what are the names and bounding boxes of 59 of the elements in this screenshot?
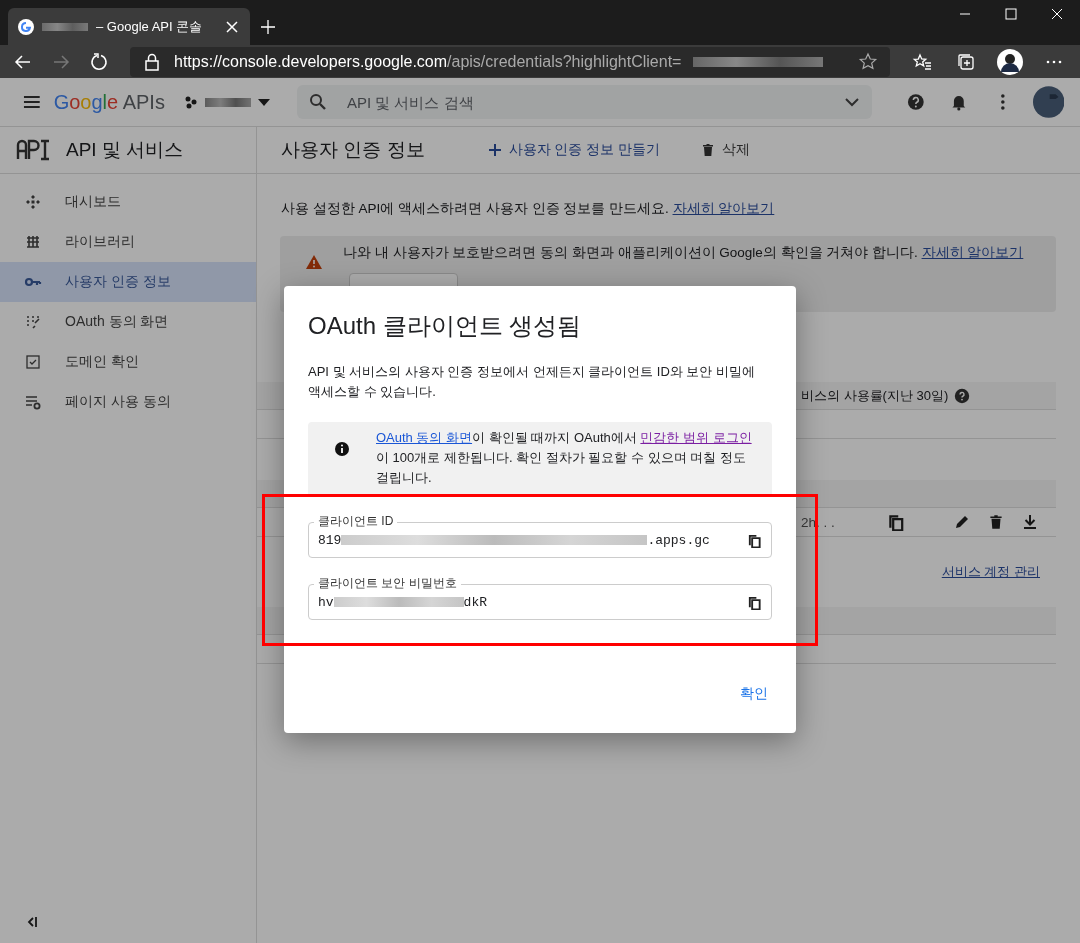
dialog-description: API 및 서비스의 사용자 인증 정보에서 언제든지 클라이언트 ID와 보안 비밀에 액세스할 수 있습니다. xyxy=(308,363,757,401)
service-accounts-link[interactable]: 서비스 계정 관리 xyxy=(941,563,1040,581)
intro-text: 사용 설정한 API에 액세스하려면 사용자 인증 정보를 만드세요. 자세히 알아보기 xyxy=(281,200,776,218)
collections-icon[interactable] xyxy=(956,51,976,72)
action-button[interactable]: 삭제 xyxy=(700,141,751,159)
google-logo-icon xyxy=(18,18,34,35)
sidebar-item[interactable]: 사용자 인증 정보 xyxy=(0,262,256,302)
copy-icon[interactable] xyxy=(747,594,762,610)
redaction-mark xyxy=(204,97,251,107)
refresh-icon[interactable] xyxy=(89,51,109,72)
copy-icon[interactable] xyxy=(747,532,762,548)
checkbox-icon xyxy=(23,352,43,372)
collapse-icon[interactable] xyxy=(26,916,40,928)
search-field[interactable]: API 및 서비스 검색 xyxy=(344,92,826,112)
column-header: 비스의 사용률(지난 30일) xyxy=(801,386,949,405)
consent-screen-link[interactable]: OAuth 동의 화면 xyxy=(376,430,473,445)
lock-icon xyxy=(142,51,162,72)
tab-title: – Google API 콘솔 xyxy=(96,17,204,36)
sidebar-item[interactable]: 라이브러리 xyxy=(0,222,256,262)
google-apis-logo[interactable]: Google APIs xyxy=(53,90,165,114)
action-button[interactable]: 사용자 인증 정보 만들기 xyxy=(486,141,661,159)
help-icon[interactable] xyxy=(905,92,926,112)
sidebar-item[interactable]: 대시보드 xyxy=(0,182,256,222)
trash-icon[interactable] xyxy=(987,513,1005,531)
api-logo-icon xyxy=(16,139,50,161)
edit-icon[interactable] xyxy=(953,513,971,531)
star-add-icon[interactable] xyxy=(858,51,878,72)
profile-avatar-icon[interactable] xyxy=(997,48,1023,75)
help-icon[interactable] xyxy=(954,387,971,404)
sidebar-item[interactable]: 도메인 확인 xyxy=(0,342,256,382)
sidebar-item[interactable]: OAuth 동의 화면 xyxy=(0,302,256,342)
text-field[interactable]: 클라이언트 ID 819 .apps.gc xyxy=(308,513,772,558)
dialog-title: OAuth 클라이언트 생성됨 xyxy=(308,311,583,341)
confirm-button[interactable]: 확인 xyxy=(736,679,772,709)
browser-tab[interactable]: – Google API 콘솔 xyxy=(8,8,250,45)
favorites-icon[interactable] xyxy=(912,51,932,72)
notice-text: OAuth 동의 화면이 확인될 때까지 OAuth에서 민감한 범위 로그인 이 100개로 제한됩니다. 확인 절차가 필요할 수 있으며 며칠 정도 걸립니다. xyxy=(376,429,753,487)
address-bar[interactable]: https://console.developers.google.com/apis/credentials?highlightClient= xyxy=(130,46,890,77)
close-icon[interactable] xyxy=(224,18,240,35)
plus-icon xyxy=(486,142,503,158)
page-title: 사용자 인증 정보 xyxy=(281,138,425,162)
warning-icon xyxy=(305,254,323,270)
avatar-icon[interactable] xyxy=(1032,86,1065,118)
copy-icon[interactable] xyxy=(887,513,905,531)
project-icon xyxy=(184,95,199,109)
info-icon xyxy=(334,441,350,457)
download-icon[interactable] xyxy=(1021,513,1039,531)
url-text: https://console.developers.google.com/apis/credentials?highlightClient= xyxy=(174,52,682,71)
redaction-mark xyxy=(42,22,88,31)
new-tab-icon[interactable] xyxy=(260,19,276,35)
text-field[interactable]: 클라이언트 보안 비밀번호 hv dkR xyxy=(308,575,772,620)
learn-more-link[interactable]: 자세히 알아보기 xyxy=(921,245,1024,260)
sidebar-title: API 및 서비스 xyxy=(66,138,184,162)
sidebar-item[interactable]: 페이지 사용 동의 xyxy=(0,382,256,422)
sensitive-scope-link[interactable]: 민감한 범위 로그인 xyxy=(640,430,752,445)
dropdown-icon[interactable] xyxy=(256,97,271,107)
search-icon xyxy=(308,93,327,111)
learn-more-link[interactable]: 자세히 알아보기 xyxy=(672,201,775,216)
search-bar[interactable]: API 및 서비스 검색 xyxy=(296,85,872,119)
